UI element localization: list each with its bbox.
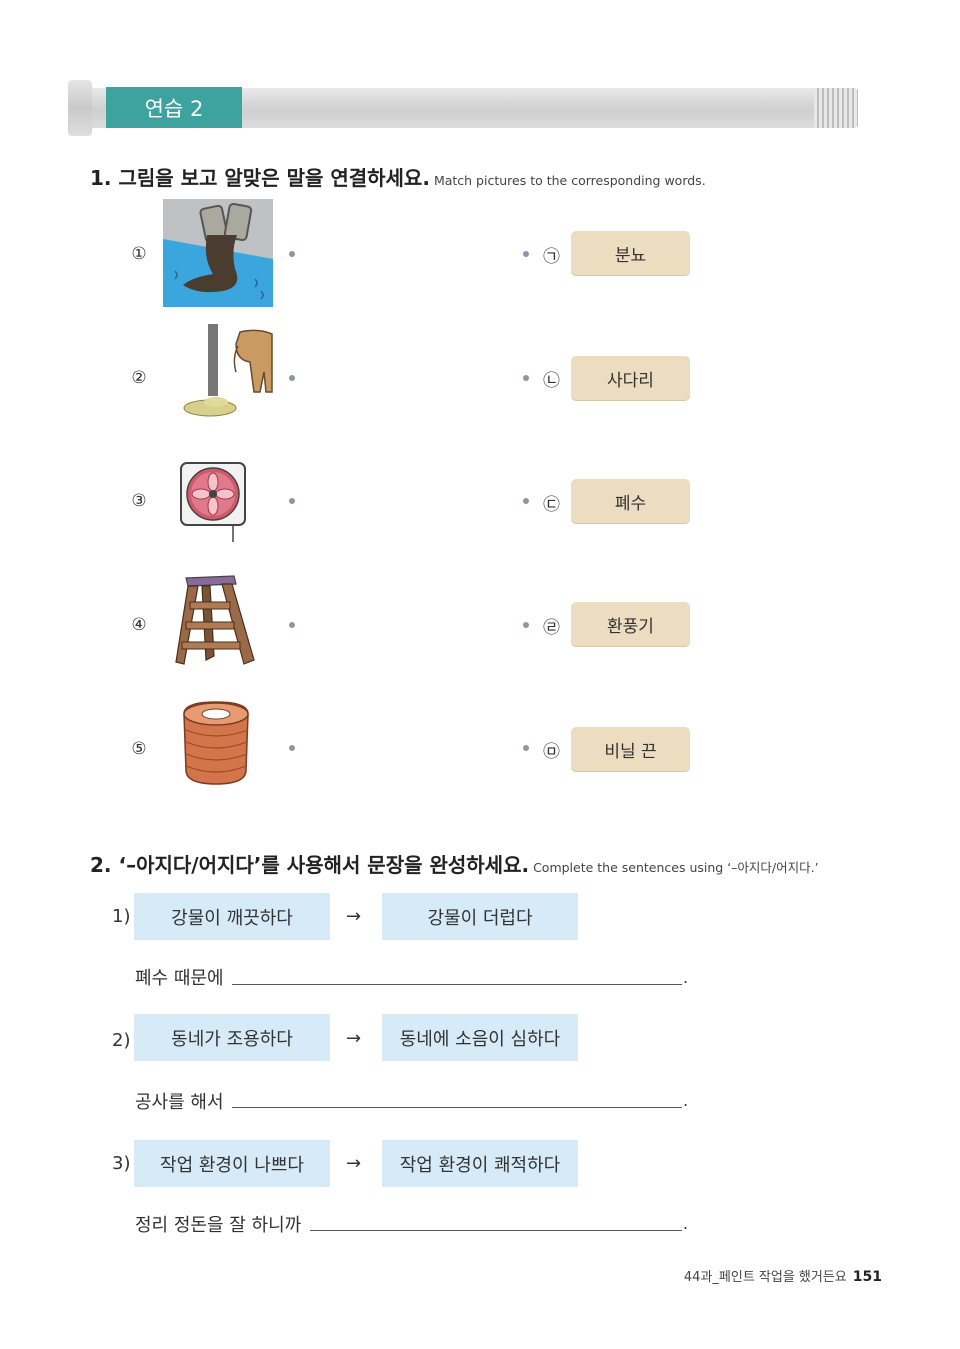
wastewater-pipes-icon	[163, 199, 273, 307]
choice-mark: ㉤	[543, 742, 560, 762]
match-dot-right[interactable]	[523, 498, 529, 504]
sentence-to-box: 작업 환경이 쾌적하다	[382, 1140, 578, 1187]
sentence-from-box: 강물이 깨끗하다	[134, 893, 330, 940]
sentence-end: .	[683, 1091, 689, 1110]
page-footer: 44과_페인트 작업을 했거든요 151	[684, 1266, 882, 1285]
word-box: 사다리	[571, 356, 690, 400]
row-number: ③	[131, 491, 147, 511]
sentence-prompt: 공사를 해서	[135, 1092, 224, 1113]
item-number: 1)	[112, 906, 131, 927]
choice-mark: ㉠	[543, 247, 560, 267]
item-number: 3)	[112, 1153, 131, 1174]
arrow-icon: →	[346, 1028, 362, 1049]
sentence-prompt: 폐수 때문에	[135, 968, 224, 989]
match-dot-left[interactable]	[289, 745, 295, 751]
match-dot-right[interactable]	[523, 745, 529, 751]
item-number: 2)	[112, 1030, 131, 1051]
sentence-prompt: 정리 정돈을 잘 하니까	[135, 1215, 302, 1236]
choice-mark: ㉢	[543, 495, 560, 515]
answer-line[interactable]	[232, 984, 682, 985]
q1-subtitle: Match pictures to the corresponding word…	[433, 173, 706, 188]
sentence-from-box: 동네가 조용하다	[134, 1014, 330, 1061]
sentence-to-box: 동네에 소음이 심하다	[382, 1014, 578, 1061]
word-box: 비닐 끈	[571, 727, 690, 771]
word-box: 환풍기	[571, 602, 690, 646]
q1-title: 1. 그림을 보고 알맞은 말을 연결하세요. Match pictures to…	[90, 162, 706, 191]
answer-line[interactable]	[310, 1230, 682, 1231]
row-number: ②	[131, 368, 147, 388]
row-number: ④	[131, 615, 147, 635]
lesson-title: 44과_페인트 작업을 했거든요	[683, 1270, 847, 1285]
word-box: 분뇨	[571, 231, 690, 275]
match-dot-right[interactable]	[523, 622, 529, 628]
match-dot-left[interactable]	[289, 375, 295, 381]
match-dot-left[interactable]	[289, 251, 295, 257]
ventilation-fan-icon	[177, 460, 287, 568]
arrow-icon: →	[346, 906, 362, 927]
row-number: ①	[131, 244, 147, 264]
bar-bolt-head	[68, 80, 92, 136]
q1-title-text: 1. 그림을 보고 알맞은 말을 연결하세요.	[90, 166, 430, 190]
sentence-to-box: 강물이 더럽다	[382, 893, 578, 940]
match-dot-right[interactable]	[523, 251, 529, 257]
sentence-from-box: 작업 환경이 나쁘다	[134, 1140, 330, 1187]
sentence-end: .	[683, 1214, 689, 1233]
sentence-end: .	[683, 968, 689, 987]
choice-mark: ㉡	[543, 371, 560, 391]
page-number: 151	[852, 1269, 882, 1285]
bar-thread	[814, 88, 858, 128]
match-dot-left[interactable]	[289, 622, 295, 628]
match-dot-right[interactable]	[523, 375, 529, 381]
arrow-icon: →	[346, 1153, 362, 1174]
match-dot-left[interactable]	[289, 498, 295, 504]
vinyl-string-icon	[180, 700, 290, 808]
answer-line[interactable]	[232, 1107, 682, 1108]
ladder-icon	[170, 572, 280, 680]
word-box: 폐수	[571, 479, 690, 523]
cow-dung-icon	[180, 322, 290, 430]
row-number: ⑤	[131, 739, 147, 759]
choice-mark: ㉣	[543, 618, 560, 638]
q2-title-text: 2. ‘–아지다/어지다’를 사용해서 문장을 완성하세요.	[90, 853, 530, 877]
section-label: 연습 2	[106, 87, 242, 128]
q2-title: 2. ‘–아지다/어지다’를 사용해서 문장을 완성하세요. Complete t…	[90, 849, 819, 878]
q2-subtitle: Complete the sentences using ‘–아지다/어지다.’	[533, 860, 819, 875]
